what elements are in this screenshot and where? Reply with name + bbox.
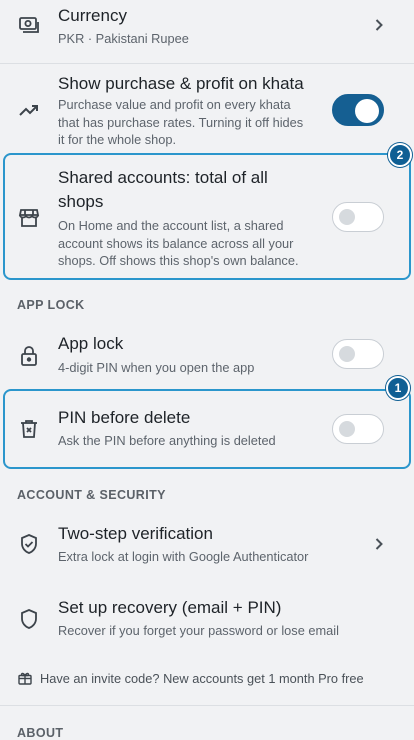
trending-up-icon [16, 97, 42, 123]
two-step-desc: Extra lock at login with Google Authenti… [58, 549, 309, 564]
pin-delete-row: PIN before delete Ask the PIN before any… [0, 389, 414, 469]
purchase-profit-row: Show purchase & profit on khata Purchase… [0, 64, 414, 152]
cash-icon [16, 12, 42, 38]
app-lock-desc: 4-digit PIN when you open the app [58, 360, 255, 375]
shared-accounts-desc-2: account shows its balance across all you… [58, 235, 294, 251]
currency-value: PKR · Pakistani Rupee [58, 31, 189, 46]
trash-icon [16, 416, 42, 442]
recovery-desc: Recover if you forget your password or l… [58, 623, 339, 638]
app-lock-toggle[interactable] [332, 339, 384, 369]
chevron-right-icon [372, 537, 386, 551]
invite-code-text: Have an invite code? New accounts get 1 … [40, 670, 364, 686]
shared-accounts-desc-1: On Home and the account list, a shared [58, 218, 284, 233]
shared-accounts-toggle[interactable] [332, 202, 384, 232]
shared-accounts-desc-3: shops. Off shows this shop's own balance… [58, 253, 299, 268]
currency-row[interactable]: Currency PKR · Pakistani Rupee [0, 0, 414, 64]
purchase-profit-desc-2: that has purchase rates. Turning it off … [58, 114, 304, 130]
pin-delete-desc: Ask the PIN before anything is deleted [58, 433, 276, 448]
section-header-about: ABOUT [17, 726, 64, 740]
purchase-profit-desc-1: Purchase value and profit on every khata [58, 97, 291, 112]
pin-delete-toggle[interactable] [332, 414, 384, 444]
app-lock-title: App lock [58, 334, 124, 353]
currency-title: Currency [58, 6, 127, 25]
gift-icon [17, 670, 33, 686]
invite-code-link[interactable]: Have an invite code? New accounts get 1 … [17, 670, 364, 686]
shield-icon [16, 606, 42, 632]
recovery-row[interactable]: Set up recovery (email + PIN) Recover if… [0, 590, 414, 652]
section-header-app-lock: APP LOCK [17, 298, 85, 312]
two-step-row[interactable]: Two-step verification Extra lock at logi… [0, 514, 414, 576]
shared-accounts-row: Shared accounts: total of all shops On H… [0, 153, 414, 280]
recovery-title: Set up recovery (email + PIN) [58, 598, 282, 617]
chevron-right-icon [372, 18, 386, 32]
two-step-title: Two-step verification [58, 524, 213, 543]
purchase-profit-title: Show purchase & profit on khata [58, 74, 304, 93]
divider [0, 705, 414, 706]
store-icon [16, 205, 42, 231]
lock-icon [16, 343, 42, 369]
shield-check-icon [16, 531, 42, 557]
shared-accounts-title-1: Shared accounts: total of all [58, 168, 268, 187]
purchase-profit-toggle[interactable] [332, 94, 384, 126]
section-header-account-security: ACCOUNT & SECURITY [17, 488, 166, 502]
shared-accounts-title-2: shops [58, 192, 104, 211]
purchase-profit-desc-3: it for the whole shop. [58, 132, 177, 147]
pin-delete-title: PIN before delete [58, 408, 191, 427]
app-lock-row: App lock 4-digit PIN when you open the a… [0, 323, 414, 383]
